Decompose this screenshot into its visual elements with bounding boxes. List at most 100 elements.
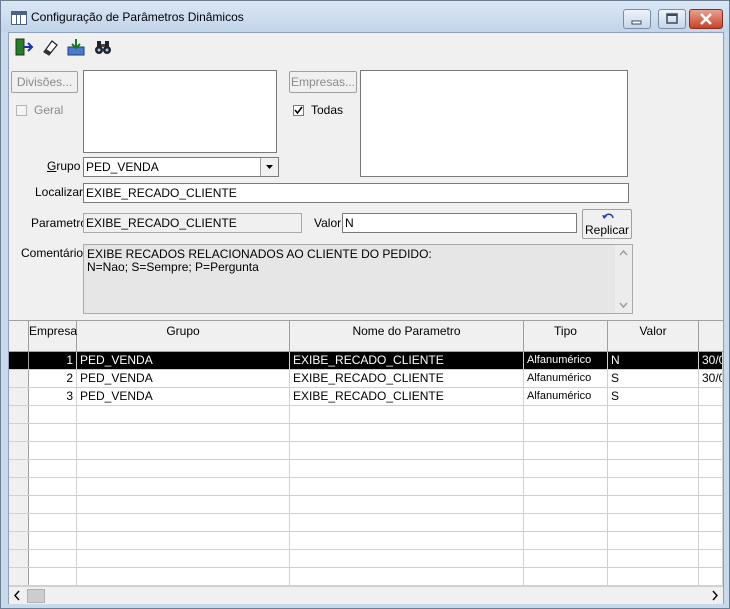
cell-nome[interactable] [290, 424, 524, 441]
cell-empresa[interactable] [29, 478, 77, 495]
valor-input[interactable]: N [342, 213, 577, 233]
cell-tipo[interactable] [524, 442, 608, 459]
cell-tipo[interactable] [524, 514, 608, 531]
cell-empresa[interactable] [29, 496, 77, 513]
row-indicator[interactable] [9, 406, 29, 423]
cell-empresa[interactable]: 2 [29, 370, 77, 387]
table-row[interactable] [9, 424, 723, 442]
cell-valor[interactable] [608, 460, 699, 477]
cell-valor[interactable] [608, 532, 699, 549]
cell-empresa[interactable] [29, 514, 77, 531]
cell-extra[interactable] [699, 424, 723, 441]
cell-extra[interactable] [699, 550, 723, 567]
grupo-select[interactable]: PED_VENDA [83, 157, 279, 177]
cell-empresa[interactable] [29, 442, 77, 459]
cell-nome[interactable] [290, 442, 524, 459]
table-row[interactable] [9, 514, 723, 532]
cell-grupo[interactable] [77, 496, 290, 513]
companies-button[interactable]: Empresas... [289, 71, 357, 93]
cell-extra[interactable] [699, 496, 723, 513]
table-row[interactable]: 3 PED_VENDA EXIBE_RECADO_CLIENTE Alfanuméri… [9, 388, 723, 406]
cell-extra[interactable]: 30/0 [699, 352, 723, 369]
scroll-thumb[interactable] [27, 589, 45, 603]
cell-grupo[interactable] [77, 568, 290, 585]
row-indicator[interactable] [9, 568, 29, 585]
header-tipo[interactable]: Tipo [524, 321, 608, 351]
cell-nome[interactable]: EXIBE_RECADO_CLIENTE [290, 388, 524, 405]
cell-nome[interactable] [290, 550, 524, 567]
table-row[interactable] [9, 496, 723, 514]
companies-list[interactable] [360, 70, 628, 177]
cell-empresa[interactable]: 3 [29, 388, 77, 405]
cell-grupo[interactable] [77, 424, 290, 441]
replicar-button[interactable]: Replicar [582, 209, 632, 239]
cell-extra[interactable]: 30/0 [699, 370, 723, 387]
cell-valor[interactable] [608, 496, 699, 513]
cell-valor[interactable] [608, 514, 699, 531]
cell-nome[interactable] [290, 514, 524, 531]
cell-valor[interactable] [608, 568, 699, 585]
cell-tipo[interactable] [524, 550, 608, 567]
cell-empresa[interactable] [29, 460, 77, 477]
cell-valor[interactable] [608, 478, 699, 495]
scroll-left-icon[interactable] [9, 587, 26, 604]
row-indicator[interactable] [9, 460, 29, 477]
cell-grupo[interactable] [77, 442, 290, 459]
cell-tipo[interactable]: Alfanumérico [524, 352, 608, 369]
cell-empresa[interactable] [29, 424, 77, 441]
geral-checkbox[interactable] [16, 105, 27, 116]
cell-valor[interactable] [608, 406, 699, 423]
row-indicator[interactable] [9, 424, 29, 441]
cell-tipo[interactable] [524, 568, 608, 585]
table-row[interactable]: 2 PED_VENDA EXIBE_RECADO_CLIENTE Alfanuméri… [9, 370, 723, 388]
row-indicator[interactable] [9, 442, 29, 459]
table-row[interactable] [9, 406, 723, 424]
row-indicator[interactable] [9, 514, 29, 531]
cell-valor[interactable]: S [608, 388, 699, 405]
cell-empresa[interactable] [29, 568, 77, 585]
cell-nome[interactable] [290, 532, 524, 549]
cell-nome[interactable] [290, 496, 524, 513]
save-button[interactable] [64, 35, 88, 59]
maximize-button[interactable] [658, 9, 686, 29]
divisions-list[interactable] [83, 70, 277, 153]
cell-valor[interactable] [608, 424, 699, 441]
row-indicator[interactable] [9, 478, 29, 495]
cell-nome[interactable] [290, 460, 524, 477]
header-nome[interactable]: Nome do Parametro [290, 321, 524, 351]
row-indicator[interactable] [9, 550, 29, 567]
cell-valor[interactable]: S [608, 370, 699, 387]
row-indicator[interactable] [9, 532, 29, 549]
header-extra[interactable] [699, 321, 723, 351]
cell-extra[interactable] [699, 532, 723, 549]
cell-tipo[interactable]: Alfanumérico [524, 388, 608, 405]
cell-grupo[interactable]: PED_VENDA [77, 388, 290, 405]
cell-grupo[interactable]: PED_VENDA [77, 370, 290, 387]
cell-tipo[interactable]: Alfanumérico [524, 370, 608, 387]
localizar-input[interactable]: EXIBE_RECADO_CLIENTE [83, 183, 629, 203]
cell-grupo[interactable]: PED_VENDA [77, 352, 290, 369]
table-row[interactable]: 1 PED_VENDA EXIBE_RECADO_CLIENTE Alfanuméri… [9, 352, 723, 370]
cell-empresa[interactable] [29, 406, 77, 423]
cell-extra[interactable] [699, 442, 723, 459]
cell-grupo[interactable] [77, 406, 290, 423]
cell-valor[interactable] [608, 442, 699, 459]
cell-tipo[interactable] [524, 406, 608, 423]
divisions-button[interactable]: Divisões... [11, 71, 78, 93]
cell-valor[interactable]: N [608, 352, 699, 369]
row-indicator[interactable] [9, 352, 29, 369]
table-row[interactable] [9, 550, 723, 568]
cell-tipo[interactable] [524, 496, 608, 513]
todas-checkbox[interactable] [293, 105, 304, 116]
row-indicator[interactable] [9, 370, 29, 387]
row-indicator[interactable] [9, 496, 29, 513]
cell-grupo[interactable] [77, 460, 290, 477]
cell-extra[interactable] [699, 406, 723, 423]
header-empresa[interactable]: Empresa [29, 321, 77, 351]
cell-empresa[interactable]: 1 [29, 352, 77, 369]
cell-tipo[interactable] [524, 460, 608, 477]
memo-scrollbar[interactable] [615, 245, 632, 313]
dropdown-button[interactable] [260, 158, 278, 176]
table-row[interactable] [9, 532, 723, 550]
cell-tipo[interactable] [524, 424, 608, 441]
